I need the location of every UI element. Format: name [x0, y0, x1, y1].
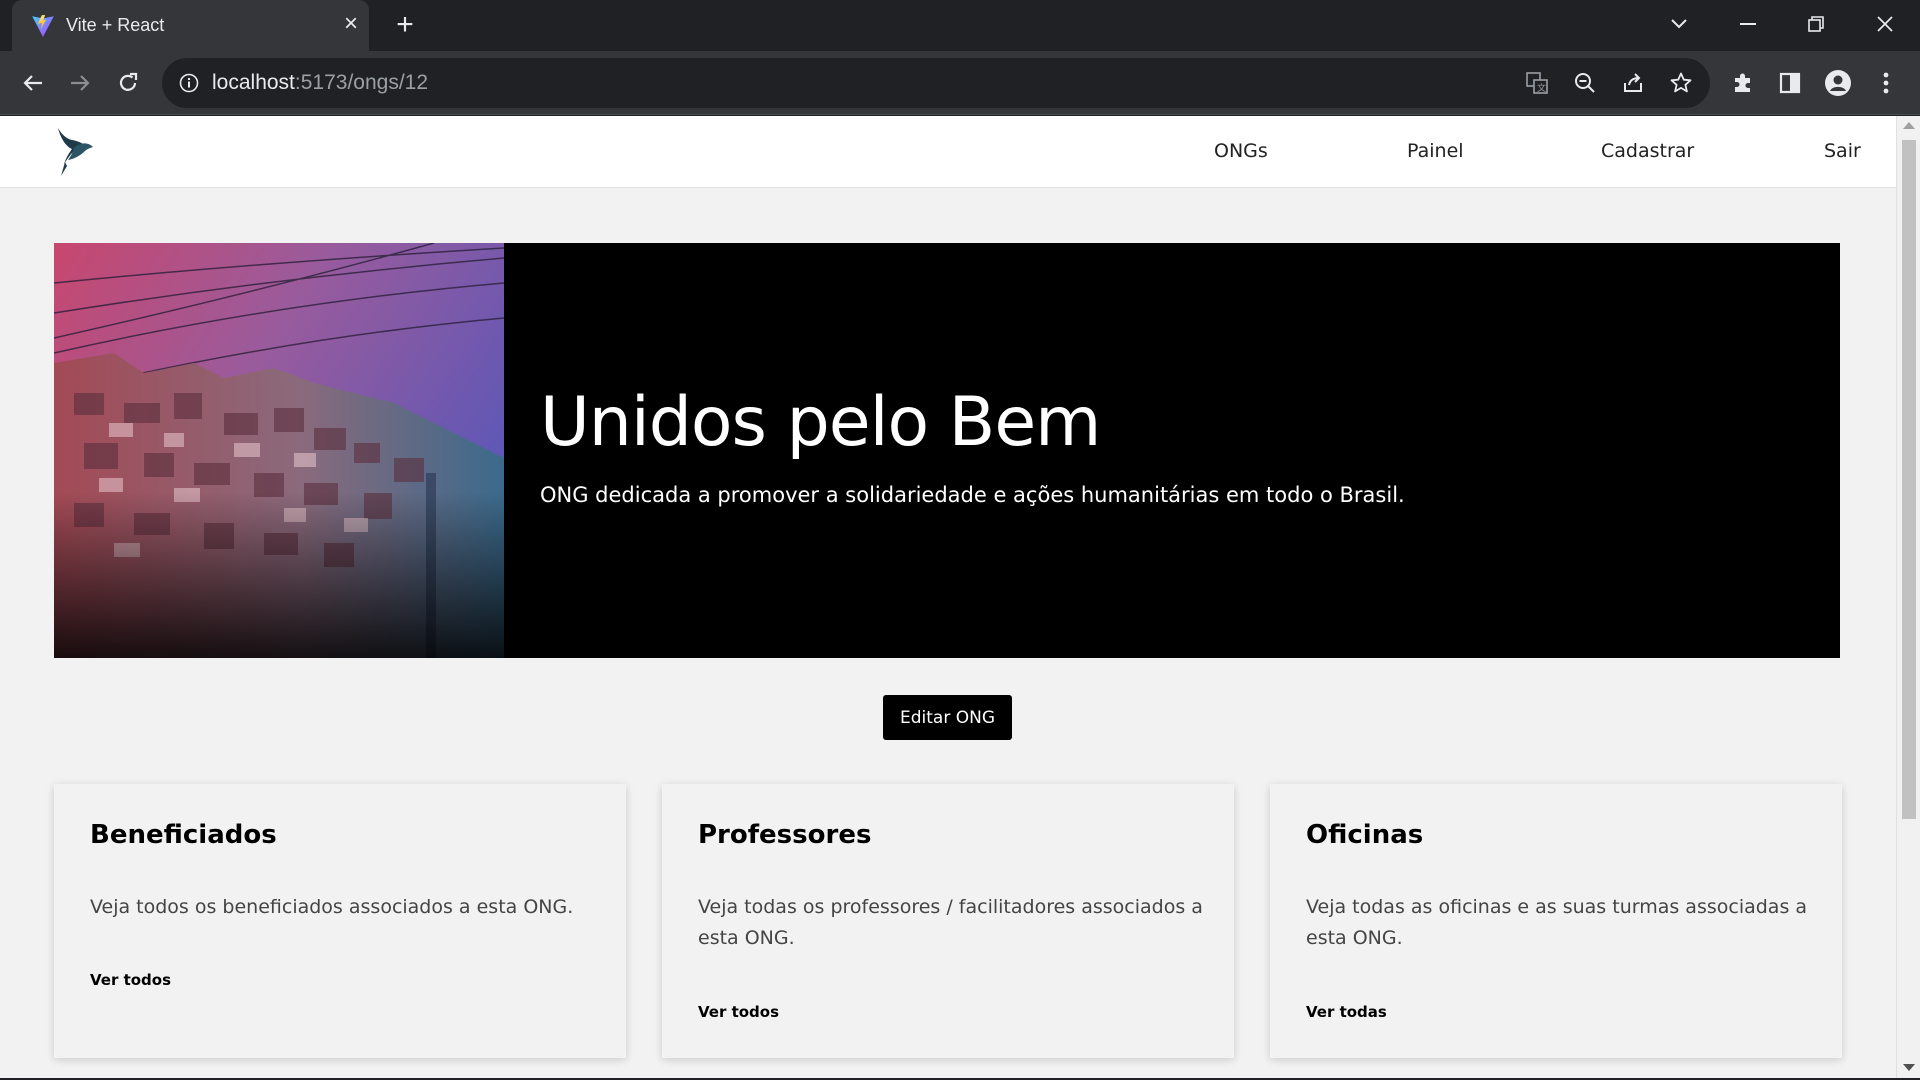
card-title: Beneficiados [90, 820, 277, 850]
ong-description: ONG dedicada a promover a solidariedade … [540, 483, 1405, 507]
card-text: Veja todos os beneficiados associados a … [90, 896, 574, 918]
share-icon[interactable] [1616, 66, 1650, 100]
new-tab-icon[interactable]: + [391, 10, 419, 40]
page-viewport: ONGs Painel Cadastrar Sair Unidos pelo B… [0, 116, 1896, 1078]
page-scrollbar[interactable] [1896, 116, 1920, 1078]
card-oficinas: Oficinas Veja todas as oficinas e as sua… [1270, 784, 1842, 1058]
edit-ong-button[interactable]: Editar ONG [883, 695, 1012, 740]
card-professores: Professores Veja todas os professores / … [662, 784, 1234, 1058]
nav-link-ongs[interactable]: ONGs [1214, 140, 1268, 162]
ong-hero-banner: Unidos pelo Bem ONG dedicada a promover … [54, 243, 1840, 658]
url-host: localhost [212, 71, 295, 94]
browser-toolbar: localhost:5173/ongs/12 文 [0, 51, 1920, 115]
svg-text:文: 文 [1537, 82, 1546, 94]
address-bar[interactable]: localhost:5173/ongs/12 文 [162, 58, 1710, 108]
forward-icon[interactable] [63, 66, 97, 100]
window-close-icon[interactable] [1868, 9, 1902, 39]
card-beneficiados: Beneficiados Veja todos os beneficiados … [54, 784, 626, 1058]
ver-todos-link[interactable]: Ver todos [90, 971, 171, 989]
menu-dots-icon[interactable] [1869, 66, 1903, 100]
info-icon[interactable] [179, 73, 199, 93]
browser-tab[interactable]: Vite + React × [12, 0, 369, 51]
nav-link-cadastrar[interactable]: Cadastrar [1601, 140, 1694, 162]
back-icon[interactable] [16, 66, 50, 100]
tab-strip: Vite + React × + [0, 0, 1920, 51]
scroll-down-icon[interactable] [1903, 1064, 1915, 1071]
ver-todas-link[interactable]: Ver todas [1306, 1003, 1387, 1021]
minimize-icon[interactable] [1731, 9, 1765, 39]
bookmark-star-icon[interactable] [1664, 66, 1698, 100]
nav-link-sair[interactable]: Sair [1824, 140, 1861, 162]
chevron-down-icon[interactable] [1662, 9, 1696, 39]
card-title: Oficinas [1306, 820, 1424, 850]
extensions-icon[interactable] [1726, 66, 1760, 100]
tab-title: Vite + React [66, 15, 165, 35]
zoom-out-icon[interactable] [1568, 66, 1602, 100]
card-text: Veja todas as oficinas e as suas turmas … [1306, 896, 1808, 949]
nav-link-painel[interactable]: Painel [1407, 140, 1464, 162]
vite-logo-icon [32, 15, 54, 37]
translate-icon[interactable]: 文 [1520, 66, 1554, 100]
restore-icon[interactable] [1799, 9, 1833, 39]
url-text: localhost:5173/ongs/12 [212, 71, 428, 95]
close-icon[interactable]: × [340, 12, 362, 36]
card-text: Veja todas os professores / facilitadore… [698, 896, 1203, 949]
bird-logo-icon[interactable] [52, 126, 100, 178]
scroll-up-icon[interactable] [1903, 122, 1915, 129]
profile-icon[interactable] [1821, 66, 1855, 100]
side-panel-icon[interactable] [1773, 66, 1807, 100]
url-path: :5173/ongs/12 [294, 71, 429, 94]
ver-todos-link[interactable]: Ver todos [698, 1003, 779, 1021]
ong-name-title: Unidos pelo Bem [540, 383, 1101, 462]
site-navbar: ONGs Painel Cadastrar Sair [0, 116, 1896, 188]
card-title: Professores [698, 820, 872, 850]
favela-cityscape-image [54, 243, 504, 658]
reload-icon[interactable] [111, 66, 145, 100]
scroll-thumb[interactable] [1902, 140, 1916, 819]
